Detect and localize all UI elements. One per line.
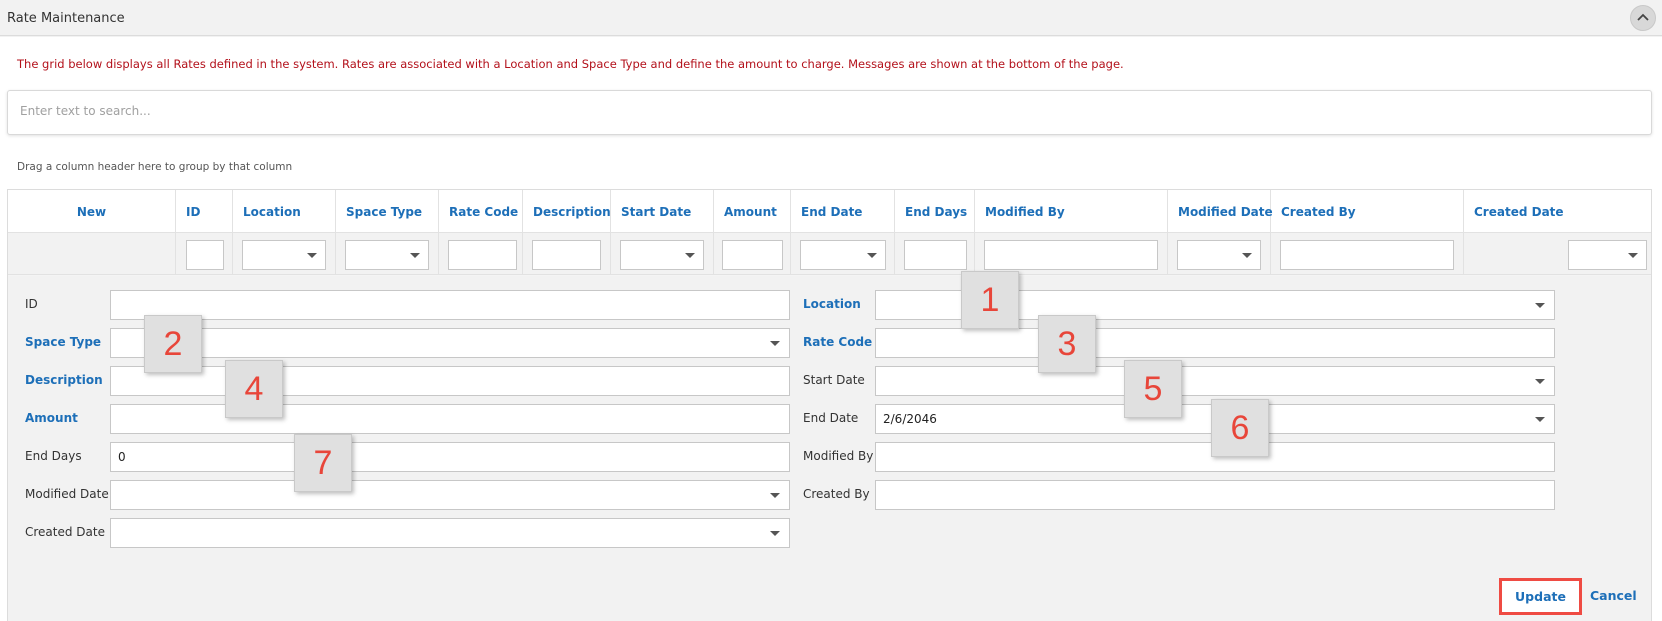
filter-modified-date-dropdown[interactable] [1177, 240, 1261, 270]
chevron-up-icon [1637, 13, 1649, 21]
location-label: Location [803, 297, 861, 311]
column-header-end-days[interactable]: End Days [895, 190, 975, 233]
filter-end-date-dropdown[interactable] [800, 240, 886, 270]
column-header-start-date[interactable]: Start Date [611, 190, 714, 233]
filter-description-input[interactable] [532, 240, 601, 270]
filter-cell-space-type [336, 233, 439, 275]
amount-field[interactable] [110, 404, 790, 434]
annotation-marker-7: 7 [294, 434, 352, 492]
filter-modified-by-input[interactable] [984, 240, 1158, 270]
filter-rate-code-input[interactable] [448, 240, 517, 270]
column-header-space-type[interactable]: Space Type [336, 190, 439, 233]
rate-code-label: Rate Code [803, 335, 873, 349]
filter-cell-new [8, 233, 176, 275]
rate-code-field[interactable] [875, 328, 1555, 358]
search-box[interactable] [7, 90, 1652, 135]
modified-date-label: Modified Date [25, 487, 109, 501]
column-header-amount[interactable]: Amount [714, 190, 791, 233]
filter-cell-end-days [895, 233, 975, 275]
start-date-picker[interactable] [875, 366, 1555, 396]
annotation-marker-5: 5 [1124, 360, 1182, 418]
annotation-marker-2: 2 [144, 315, 202, 373]
created-by-field[interactable] [875, 480, 1555, 510]
filter-created-by-input[interactable] [1280, 240, 1454, 270]
panel-header: Rate Maintenance [0, 0, 1662, 36]
amount-label: Amount [25, 411, 78, 425]
column-header-created-by[interactable]: Created By [1271, 190, 1464, 233]
filter-cell-description [523, 233, 611, 275]
column-header-new[interactable]: New [8, 190, 176, 233]
panel-title: Rate Maintenance [7, 11, 125, 26]
created-date-label: Created Date [25, 525, 105, 539]
id-label: ID [25, 297, 38, 311]
filter-amount-input[interactable] [722, 240, 783, 270]
column-header-created-date[interactable]: Created Date [1464, 190, 1651, 233]
filter-created-date-dropdown[interactable] [1568, 240, 1647, 270]
start-date-label: Start Date [803, 373, 865, 387]
filter-id-input[interactable] [186, 240, 224, 270]
end-days-label: End Days [25, 449, 82, 463]
group-by-hint: Drag a column header here to group by th… [17, 161, 293, 173]
main-content: The grid below displays all Rates define… [0, 37, 1662, 621]
space-type-dropdown[interactable] [110, 328, 790, 358]
column-header-id[interactable]: ID [176, 190, 233, 233]
filter-location-dropdown[interactable] [242, 240, 326, 270]
filter-cell-end-date [791, 233, 895, 275]
filter-cell-start-date [611, 233, 714, 275]
created-date-picker[interactable] [110, 518, 790, 548]
filter-cell-created-date [1464, 233, 1651, 275]
grid-filter-row [8, 233, 1651, 275]
filter-start-date-dropdown[interactable] [620, 240, 704, 270]
intro-text: The grid below displays all Rates define… [17, 57, 1124, 71]
collapse-button[interactable] [1630, 5, 1656, 31]
filter-cell-location [233, 233, 336, 275]
grid-header-row: New ID Location Space Type Rate Code Des… [8, 190, 1651, 233]
id-field[interactable] [110, 290, 790, 320]
edit-form: ID Space Type Description Amount End Day… [8, 276, 1651, 621]
column-header-description[interactable]: Description [523, 190, 611, 233]
column-header-rate-code[interactable]: Rate Code [439, 190, 523, 233]
column-header-modified-date[interactable]: Modified Date [1168, 190, 1273, 233]
column-header-end-date[interactable]: End Date [791, 190, 895, 233]
description-field[interactable] [110, 366, 790, 396]
modified-date-picker[interactable] [110, 480, 790, 510]
annotation-marker-4: 4 [225, 360, 283, 418]
filter-end-days-input[interactable] [904, 240, 967, 270]
filter-space-type-dropdown[interactable] [345, 240, 429, 270]
filter-cell-id [176, 233, 233, 275]
update-button[interactable]: Update [1499, 578, 1582, 615]
filter-cell-amount [714, 233, 791, 275]
annotation-marker-3: 3 [1038, 315, 1096, 373]
created-by-label: Created By [803, 487, 870, 501]
description-label: Description [25, 373, 103, 387]
filter-cell-modified-by [975, 233, 1168, 275]
filter-cell-rate-code [439, 233, 523, 275]
space-type-label: Space Type [25, 335, 102, 349]
modified-by-label: Modified By [803, 449, 874, 463]
column-header-modified-by[interactable]: Modified By [975, 190, 1168, 233]
search-input[interactable] [20, 104, 1620, 118]
filter-cell-created-by [1271, 233, 1464, 275]
annotation-marker-6: 6 [1211, 399, 1269, 457]
filter-cell-modified-date [1168, 233, 1271, 275]
end-date-label: End Date [803, 411, 859, 425]
cancel-button[interactable]: Cancel [1590, 588, 1637, 603]
annotation-marker-1: 1 [961, 271, 1019, 329]
column-header-location[interactable]: Location [233, 190, 336, 233]
end-days-field[interactable]: 0 [110, 442, 790, 472]
